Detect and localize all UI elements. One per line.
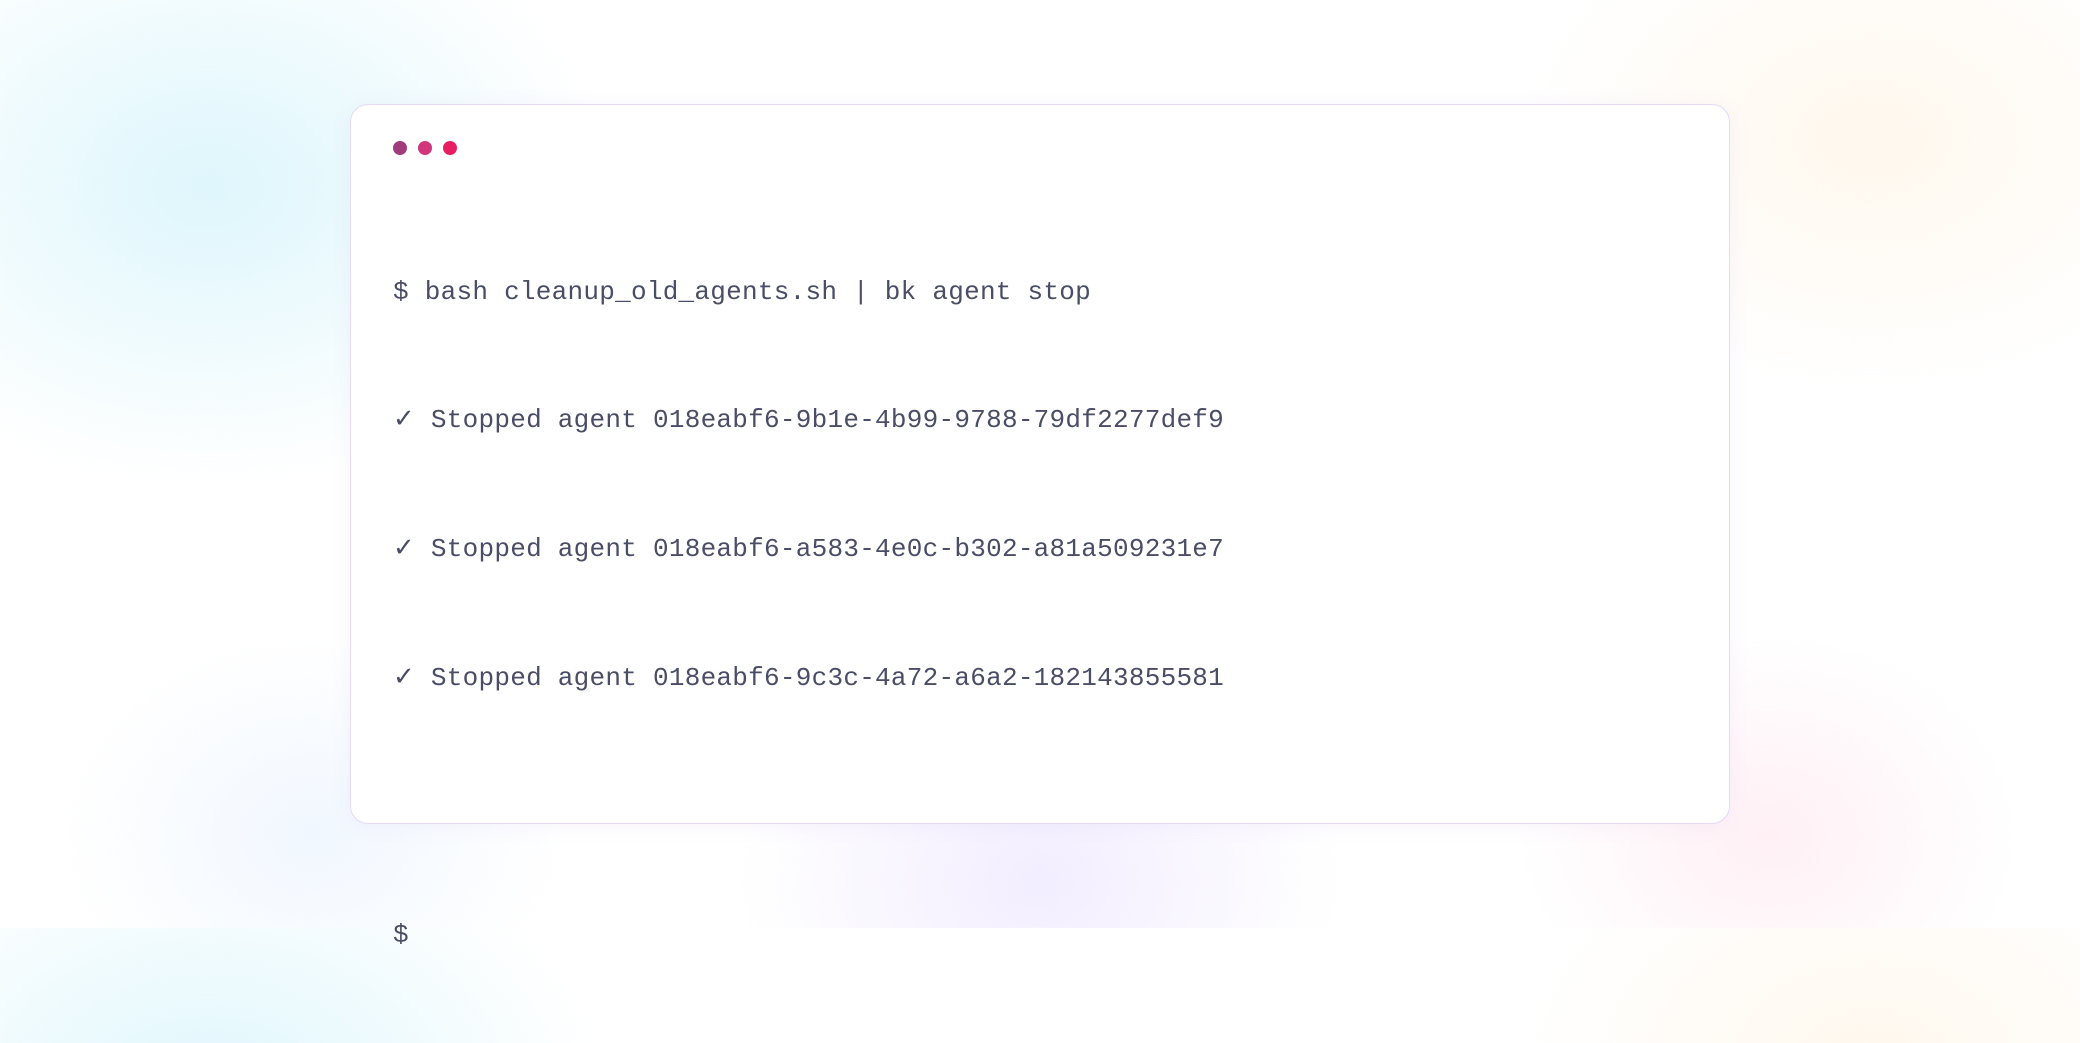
output-line: ✓ Stopped agent 018eabf6-9c3c-4a72-a6a2-… <box>393 657 1687 700</box>
window-controls <box>393 141 1687 155</box>
close-icon[interactable] <box>393 141 407 155</box>
prompt-symbol: $ <box>393 277 409 307</box>
output-line: ✓ Stopped agent 018eabf6-a583-4e0c-b302-… <box>393 528 1687 571</box>
command-line: $ bash cleanup_old_agents.sh | bk agent … <box>393 271 1687 314</box>
maximize-icon[interactable] <box>443 141 457 155</box>
prompt-symbol: $ <box>393 920 409 950</box>
command-text: bash cleanup_old_agents.sh | bk agent st… <box>425 277 1091 307</box>
terminal-content[interactable]: $ bash cleanup_old_agents.sh | bk agent … <box>393 185 1687 1043</box>
blank-line <box>393 785 1687 828</box>
minimize-icon[interactable] <box>418 141 432 155</box>
output-line: ✓ Stopped agent 018eabf6-9b1e-4b99-9788-… <box>393 399 1687 442</box>
prompt-line: $ <box>393 914 1687 957</box>
terminal-window: $ bash cleanup_old_agents.sh | bk agent … <box>350 104 1730 824</box>
